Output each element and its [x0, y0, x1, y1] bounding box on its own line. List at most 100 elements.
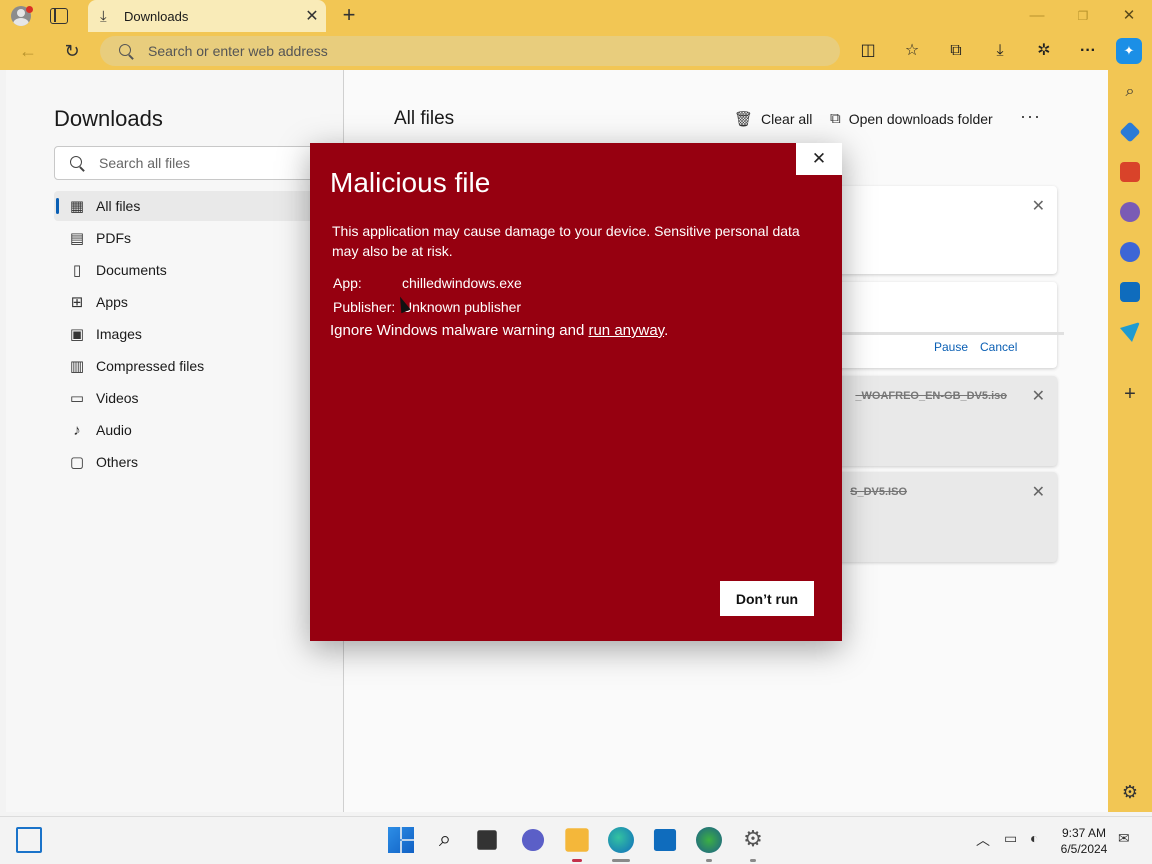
taskbar: ⌕ ⚙ ︿ ▭ ◐ 9:37 AM 6/5/2024 ✉ [0, 816, 1152, 864]
favorites-icon[interactable]: ☆ [898, 38, 926, 64]
category-apps[interactable]: ⊞ Apps [54, 287, 344, 317]
category-documents[interactable]: ▯ Documents [54, 255, 344, 285]
minimize-button[interactable]: — [1014, 0, 1060, 32]
search-icon [118, 43, 134, 59]
microsoft365-icon[interactable] [1120, 242, 1140, 262]
category-pdfs[interactable]: ▤ PDFs [54, 223, 344, 253]
category-label: Images [96, 326, 142, 342]
copilot-icon[interactable]: ✦ [1116, 38, 1142, 64]
section-title: All files [394, 108, 455, 129]
task-view-icon[interactable] [477, 830, 497, 850]
document-icon: ▯ [72, 262, 82, 279]
add-sidebar-app-icon[interactable]: + [1120, 384, 1140, 404]
search-input[interactable] [99, 155, 299, 171]
more-options-icon[interactable]: ··· [1020, 106, 1041, 127]
title-bar: ⤓ Downloads ✕ + — ❐ ✕ [0, 0, 1152, 32]
remove-item-icon[interactable]: ✕ [1032, 386, 1045, 406]
edge-active-indicator [612, 859, 630, 862]
games-icon[interactable] [1120, 202, 1140, 222]
tools-icon[interactable] [1120, 162, 1140, 182]
start-windows-icon[interactable] [388, 827, 414, 853]
category-label: All files [96, 198, 141, 214]
category-compressed-files[interactable]: ▥ Compressed files [54, 351, 344, 381]
store-icon[interactable] [653, 828, 677, 852]
dont-run-button[interactable]: Don’t run [720, 581, 814, 616]
tab-actions-icon[interactable] [50, 8, 68, 24]
volume-icon[interactable]: ◐ [1030, 830, 1038, 846]
app-globe-icon[interactable] [696, 827, 722, 853]
settings-gear-icon[interactable]: ⚙ [740, 827, 766, 853]
show-hidden-icons-chevron-icon[interactable]: ︿ [976, 830, 990, 850]
restore-button[interactable]: ❐ [1060, 0, 1106, 32]
category-label: Compressed files [96, 358, 205, 374]
remove-item-icon[interactable]: ✕ [1032, 482, 1045, 502]
remove-item-icon[interactable]: ✕ [1032, 196, 1045, 216]
category-label: Others [96, 454, 139, 470]
search-box[interactable] [54, 146, 354, 180]
sidebar-search-icon[interactable]: ⌕ [1120, 82, 1140, 102]
shopping-tag-icon[interactable] [1119, 121, 1141, 143]
window-close-button[interactable]: ✕ [1106, 0, 1152, 32]
category-label: Apps [96, 294, 128, 310]
back-arrow-icon[interactable]: ← [14, 38, 42, 64]
downloads-left-pane: Downloads ▦ All files ▤ PDFs ▯ Documents… [6, 70, 354, 812]
refresh-icon[interactable]: ↻ [58, 38, 86, 64]
send-icon[interactable] [1120, 322, 1140, 342]
edge-sidebar: ⌕ + ⚙ [1108, 70, 1152, 812]
other-icon: ▢ [69, 454, 85, 471]
notification-icon[interactable]: ✉ [1118, 830, 1130, 847]
open-downloads-folder-button[interactable]: ⧉ Open downloads folder [830, 110, 993, 127]
new-tab-button[interactable]: + [336, 3, 362, 29]
malicious-file-dialog: ✕ Malicious file This application may ca… [310, 143, 842, 641]
category-others[interactable]: ▢ Others [54, 447, 344, 477]
category-all-files[interactable]: ▦ All files [54, 191, 344, 221]
page-title: Downloads [54, 106, 163, 131]
pdf-icon: ▤ [69, 230, 85, 247]
taskbar-search-icon[interactable]: ⌕ [432, 827, 458, 853]
dialog-message: This application may cause damage to you… [332, 223, 800, 259]
apps-icon: ⊞ [70, 294, 84, 311]
publisher-key: Publisher: [333, 299, 396, 315]
downloads-toolbar-icon[interactable]: ⤓ [986, 38, 1014, 64]
split-screen-icon[interactable]: ◫ [854, 38, 882, 64]
category-images[interactable]: ▣ Images [54, 319, 344, 349]
navigation-bar: ← ↻ ◫ ☆ ⧉ ⤓ ✲ ··· ✦ [0, 32, 1152, 70]
teams-chat-icon[interactable] [521, 828, 545, 852]
trash-icon: 🗑 [734, 111, 754, 128]
run-anyway-link[interactable]: run anyway [588, 322, 664, 339]
clock[interactable]: 9:37 AM 6/5/2024 [1056, 825, 1112, 857]
file-explorer-icon[interactable] [565, 828, 589, 852]
profile-avatar-icon[interactable] [8, 4, 34, 28]
address-input[interactable] [148, 43, 748, 59]
dialog-close-button[interactable]: ✕ [796, 143, 842, 175]
app-indicator [706, 859, 712, 862]
address-bar[interactable] [100, 36, 840, 66]
category-audio[interactable]: ♪ Audio [54, 415, 344, 445]
outlook-icon[interactable] [1120, 282, 1140, 302]
cancel-link[interactable]: Cancel [980, 340, 1017, 354]
category-videos[interactable]: ▭ Videos [54, 383, 344, 413]
performance-icon[interactable]: ✲ [1030, 38, 1058, 64]
open-external-icon: ⧉ [830, 110, 841, 127]
tab-title: Downloads [124, 8, 189, 24]
settings-indicator [750, 859, 756, 862]
tab-close-icon[interactable]: ✕ [298, 6, 326, 26]
publisher-row: Publisher: Unknown publisher [333, 299, 521, 315]
file-name: _WOAFREO_EN-GB_DV5.iso [855, 390, 1007, 402]
explorer-active-indicator [572, 859, 582, 862]
sidebar-settings-icon[interactable]: ⚙ [1120, 782, 1140, 802]
video-icon: ▭ [69, 390, 85, 407]
clock-time: 9:37 AM [1061, 826, 1107, 840]
edge-browser-icon[interactable] [608, 827, 634, 853]
ignore-period: . [664, 322, 669, 339]
pause-link[interactable]: Pause [934, 340, 968, 354]
settings-more-icon[interactable]: ··· [1074, 38, 1102, 64]
category-label: Videos [96, 390, 139, 406]
ignore-text: Ignore Windows malware warning and [330, 322, 589, 339]
clear-all-button[interactable]: 🗑 Clear all [734, 110, 812, 128]
widgets-icon[interactable] [16, 827, 42, 853]
network-icon[interactable]: ▭ [1004, 830, 1017, 847]
collections-icon[interactable]: ⧉ [942, 38, 970, 64]
tab-downloads[interactable]: ⤓ Downloads ✕ [88, 0, 326, 32]
dialog-title: Malicious file [330, 167, 491, 198]
